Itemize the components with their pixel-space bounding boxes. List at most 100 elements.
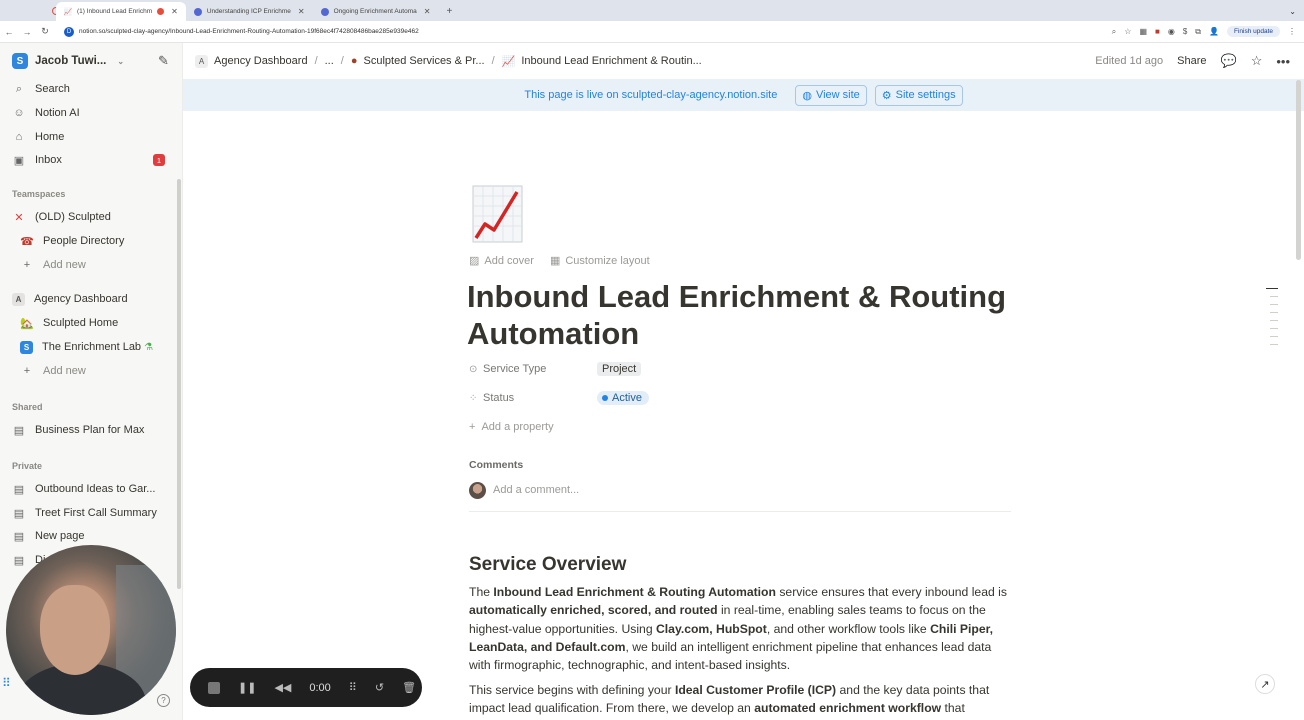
sidebar-item-treet-summary[interactable]: ▤ Treet First Call Summary <box>12 503 177 523</box>
breadcrumb-separator: / <box>314 55 318 67</box>
paragraph-overview[interactable]: The Inbound Lead Enrichment & Routing Au… <box>469 583 1014 674</box>
browser-tab-3[interactable]: Ongoing Enrichment Automa ✕ <box>313 2 439 21</box>
sidebar-item-label: Treet First Call Summary <box>35 507 157 519</box>
sidebar-scrollbar[interactable] <box>177 179 181 589</box>
sidebar-item-sculpted-home[interactable]: 🏡 Sculpted Home <box>20 313 185 333</box>
comment-icon[interactable]: 💬 <box>1221 53 1237 69</box>
home-icon: ⌂ <box>15 131 23 143</box>
trash-icon[interactable]: 🗑 <box>402 681 416 694</box>
help-icon[interactable]: ? <box>157 694 170 707</box>
breadcrumb-label: Agency Dashboard <box>214 55 308 67</box>
breadcrumb-current-page[interactable]: 📈 Inbound Lead Enrichment & Routin... <box>502 55 702 68</box>
breadcrumb-agency-dashboard[interactable]: A Agency Dashboard <box>195 54 308 68</box>
sidebar-item-home[interactable]: ⌂ Home <box>12 127 177 147</box>
plus-icon: + <box>23 259 31 271</box>
sidebar-item-label: Search <box>35 83 70 95</box>
close-icon[interactable]: ✕ <box>298 7 305 16</box>
property-service-type[interactable]: ⊙ Service Type Project <box>469 359 642 379</box>
browser-tab-1[interactable]: 📈 (1) Inbound Lead Enrichm ✕ <box>56 2 186 21</box>
grid-icon[interactable]: ⠿ <box>349 681 357 694</box>
extension-icon[interactable]: ◉ <box>1168 27 1175 36</box>
close-icon[interactable]: ✕ <box>424 7 431 16</box>
more-vertical-icon[interactable]: ⋮ <box>1288 27 1296 36</box>
new-page-icon[interactable]: ✎ <box>158 53 169 69</box>
url-field[interactable]: D notion.so/sculpted-clay-agency/Inbound… <box>64 26 419 37</box>
customize-layout-button[interactable]: ▦ Customize layout <box>550 254 650 267</box>
sidebar-item-people-directory[interactable]: ☎ People Directory <box>20 231 185 251</box>
sidebar-item-inbox[interactable]: ▣ Inbox 1 <box>12 150 177 170</box>
view-site-button[interactable]: ◍ View site <box>795 84 867 106</box>
comment-input[interactable]: Add a comment... <box>469 482 1011 512</box>
button-label: Site settings <box>895 89 956 101</box>
browser-tab-2[interactable]: Understanding ICP Enrichme ✕ <box>186 2 313 21</box>
puzzle-icon[interactable]: ⧉ <box>1195 27 1201 37</box>
chart-icon: 📈 <box>501 55 516 68</box>
sidebar-add-new[interactable]: + Add new <box>20 361 185 381</box>
sidebar-item-outbound-ideas[interactable]: ▤ Outbound Ideas to Gar... <box>12 479 177 499</box>
extension-icon[interactable]: ■ <box>1155 27 1160 36</box>
private-heading: Private <box>12 461 43 471</box>
stop-button[interactable] <box>208 681 220 694</box>
breadcrumb-separator: / <box>491 55 495 67</box>
sidebar-add-new[interactable]: + Add new <box>20 255 185 275</box>
page-topbar: A Agency Dashboard / ... / ● Sculpted Se… <box>183 43 1304 79</box>
property-status[interactable]: ⁘ Status Active <box>469 388 649 408</box>
toc-line <box>1270 336 1278 337</box>
site-settings-button[interactable]: ⚙ Site settings <box>874 84 963 106</box>
page-emoji-icon[interactable] <box>471 184 524 244</box>
close-icon[interactable]: ✕ <box>171 7 178 16</box>
profile-icon[interactable]: 👤 <box>1209 27 1219 36</box>
tab-label: Understanding ICP Enrichme <box>206 8 291 15</box>
back-icon[interactable]: ← <box>0 27 18 37</box>
sidebar-item-enrichment-lab[interactable]: S The Enrichment Lab ⚗ <box>20 337 185 357</box>
shared-heading: Shared <box>12 402 43 412</box>
rewind-icon[interactable]: ◀◀ <box>274 681 291 694</box>
section-heading[interactable]: Service Overview <box>469 554 626 576</box>
bold-run: Inbound Lead Enrichment & Routing Automa… <box>493 585 776 599</box>
ai-assistant-icon[interactable]: ↗ <box>1255 674 1275 694</box>
sidebar-item-search[interactable]: ⌕ Search <box>12 79 177 99</box>
app-icon <box>193 7 202 16</box>
sidebar-item-new-page[interactable]: ▤ New page <box>12 526 177 546</box>
add-cover-button[interactable]: ▨ Add cover <box>469 254 534 267</box>
property-value-tag[interactable]: Project <box>597 362 642 376</box>
status-badge[interactable]: Active <box>597 391 649 405</box>
sidebar-item-business-plan[interactable]: ▤ Business Plan for Max <box>12 420 177 440</box>
share-button[interactable]: Share <box>1177 55 1206 67</box>
site-info-icon[interactable]: D <box>64 26 74 37</box>
sidebar-item-old-sculpted[interactable]: ✕ (OLD) Sculpted <box>12 207 177 227</box>
page-title[interactable]: Inbound Lead Enrichment & Routing Automa… <box>467 278 1027 352</box>
site-live-banner: This page is live on sculpted-clay-agenc… <box>183 79 1304 111</box>
main-scrollbar[interactable] <box>1296 80 1301 260</box>
breadcrumb-ellipsis[interactable]: ... <box>325 55 334 67</box>
toc-line <box>1270 312 1278 313</box>
sidebar-item-agency-dashboard[interactable]: A Agency Dashboard <box>12 289 177 309</box>
table-of-contents-minimap[interactable] <box>1266 288 1280 352</box>
text-run: , and other workflow tools like <box>766 621 931 636</box>
breadcrumb-sculpted-services[interactable]: ● Sculpted Services & Pr... <box>351 55 485 67</box>
paragraph-process[interactable]: This service begins with defining your I… <box>469 681 1014 718</box>
forward-icon[interactable]: → <box>18 27 36 37</box>
x-icon: ✕ <box>14 211 24 224</box>
workspace-switcher[interactable]: S Jacob Tuwi... ⌄ <box>12 53 124 69</box>
drag-handle-icon[interactable]: ⠿ <box>2 676 11 690</box>
browser-tabbar: 📈 (1) Inbound Lead Enrichm ✕ Understandi… <box>0 0 1304 21</box>
teamspaces-heading: Teamspaces <box>12 189 66 199</box>
sidebar-item-label: The Enrichment Lab <box>42 341 142 353</box>
add-property-button[interactable]: + Add a property <box>469 421 554 433</box>
sidebar-item-notion-ai[interactable]: ☺ Notion AI <box>12 103 177 123</box>
extension-icon[interactable]: $ <box>1183 27 1187 36</box>
zoom-icon[interactable]: ⌕ <box>1112 27 1116 37</box>
bookmark-star-icon[interactable]: ☆ <box>1124 27 1131 36</box>
favorite-star-icon[interactable]: ☆ <box>1251 53 1263 69</box>
notion-ai-icon: ☺ <box>13 107 25 119</box>
tab-list-chevron-icon[interactable]: ⌄ <box>1281 2 1304 21</box>
more-horizontal-icon[interactable]: ••• <box>1276 54 1290 69</box>
pause-icon[interactable]: ❚❚ <box>238 681 256 694</box>
reload-icon[interactable]: ↻ <box>36 26 54 37</box>
new-tab-button[interactable]: + <box>438 2 460 21</box>
extension-icon[interactable]: ▦ <box>1139 27 1147 36</box>
finish-update-button[interactable]: Finish update <box>1226 26 1280 37</box>
breadcrumb-label: Sculpted Services & Pr... <box>363 55 485 67</box>
restart-icon[interactable]: ↺ <box>375 681 384 694</box>
